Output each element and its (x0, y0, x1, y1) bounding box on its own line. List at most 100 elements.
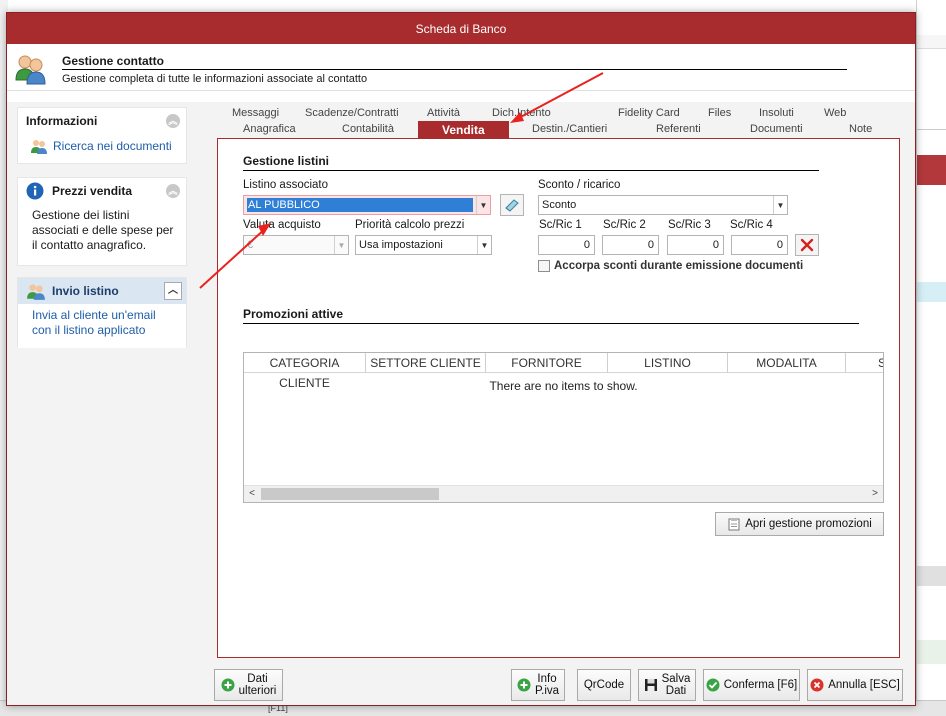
horizontal-scrollbar[interactable]: < > (244, 485, 883, 502)
promozioni-attive-title: Promozioni attive (243, 307, 344, 321)
scric-2-input[interactable]: 0 (602, 235, 659, 255)
conferma-button[interactable]: Conferma [F6] (703, 669, 800, 701)
background-window-right (916, 0, 946, 716)
priorita-calcolo-label: Priorità calcolo prezzi (355, 219, 465, 231)
info-piva-line2: P.iva (534, 685, 560, 697)
collapse-up-icon[interactable]: ︿ (164, 282, 182, 300)
apri-gestione-promozioni-label: Apri gestione promozioni (745, 518, 872, 530)
salva-dati-line2: Dati (665, 685, 687, 697)
scroll-left-icon[interactable]: < (244, 486, 260, 502)
sconto-ricarico-combo[interactable]: Sconto ▼ (538, 195, 788, 215)
gestione-listini-title: Gestione listini (243, 154, 330, 168)
book-icon (505, 199, 519, 212)
conferma-label: Conferma [F6] (723, 679, 798, 691)
accorpa-sconti-checkbox[interactable]: Accorpa sconti durante emissione documen… (538, 260, 803, 272)
tab-dich-intento[interactable]: Dich.Intento (492, 107, 551, 119)
scric-4-input[interactable]: 0 (731, 235, 788, 255)
clipboard-icon (728, 518, 740, 531)
tab-fidelity-card[interactable]: Fidelity Card (618, 107, 680, 119)
accorpa-sconti-label: Accorpa sconti durante emissione documen… (554, 260, 804, 272)
tab-contabilita[interactable]: Contabilità (342, 123, 394, 135)
ricerca-documenti-link[interactable]: Ricerca nei documenti (18, 134, 186, 162)
scroll-right-icon[interactable]: > (867, 486, 883, 502)
header-title: Gestione contatto (62, 54, 165, 68)
header-bottom-divider (7, 90, 915, 91)
scric-3-input[interactable]: 0 (667, 235, 724, 255)
dropdown-arrow-icon[interactable]: ▼ (773, 196, 787, 214)
info-piva-button[interactable]: Info P.iva (511, 669, 565, 701)
qrcode-label: QrCode (583, 679, 625, 691)
dropdown-arrow-icon[interactable]: ▼ (477, 236, 491, 254)
contacts-icon (15, 55, 46, 85)
col-fornitore[interactable]: FORNITORE (486, 353, 608, 373)
sconto-ricarico-value: Sconto (542, 199, 577, 211)
listino-lookup-button[interactable] (500, 194, 524, 216)
tab-vendita[interactable]: Vendita (418, 121, 509, 139)
tab-insoluti[interactable]: Insoluti (759, 107, 794, 119)
priorita-calcolo-value: Usa impostazioni (359, 239, 443, 251)
grid-empty-text: There are no items to show. (489, 379, 638, 393)
annulla-button[interactable]: Annulla [ESC] (807, 669, 903, 701)
tab-referenti[interactable]: Referenti (656, 123, 701, 135)
collapse-up-icon[interactable]: ︽ (166, 114, 180, 128)
tab-strip: Messaggi Scadenze/Contratti Attività Dic… (217, 104, 897, 139)
dati-ulteriori-line1: Dati (247, 673, 268, 685)
plus-green-icon (517, 678, 531, 692)
valuta-acquisto-value: € (247, 239, 254, 251)
collapse-up-icon[interactable]: ︽ (166, 184, 180, 198)
dialog-header: Gestione contatto Gestione completa di t… (7, 44, 915, 102)
scric-1-label: Sc/Ric 1 (539, 219, 582, 231)
panel-invio-text[interactable]: Invia al cliente un'email con il listino… (18, 304, 186, 348)
tab-scadenze-contratti[interactable]: Scadenze/Contratti (305, 107, 399, 119)
scric-3-label: Sc/Ric 3 (668, 219, 711, 231)
col-modalita[interactable]: MODALITA (728, 353, 846, 373)
apri-gestione-promozioni-button[interactable]: Apri gestione promozioni (715, 512, 884, 536)
info-icon (26, 182, 44, 200)
salva-dati-button[interactable]: Salva Dati (638, 669, 696, 701)
left-sidebar: Informazioni ︽ Ricerca nei documenti Pre… (7, 102, 197, 669)
col-categoria-cliente[interactable]: CATEGORIA CLIENTE (244, 353, 366, 390)
tab-attivita[interactable]: Attività (427, 107, 460, 119)
tab-files[interactable]: Files (708, 107, 731, 119)
dati-ulteriori-line2: ulteriori (238, 685, 277, 697)
listino-associato-combo[interactable]: AL PUBBLICO ▼ (243, 195, 491, 215)
scric-1-input[interactable]: 0 (538, 235, 595, 255)
panel-informazioni: Informazioni ︽ Ricerca nei documenti (17, 107, 187, 164)
tab-documenti[interactable]: Documenti (750, 123, 803, 135)
clear-scric-button[interactable] (795, 234, 819, 256)
panel-prezzi-text: Gestione dei listini associati e delle s… (32, 208, 174, 252)
plus-green-icon (221, 678, 235, 692)
scheda-di-banco-dialog: Scheda di Banco Gestione contatto Gestio… (6, 12, 916, 706)
grid-header: CATEGORIA CLIENTE SETTORE CLIENTE FORNIT… (244, 353, 883, 390)
promozioni-grid[interactable]: CATEGORIA CLIENTE SETTORE CLIENTE FORNIT… (243, 352, 884, 503)
qrcode-button[interactable]: QrCode (577, 669, 631, 701)
sconto-ricarico-label: Sconto / ricarico (538, 179, 621, 191)
tab-destin-cantieri[interactable]: Destin./Cantieri (532, 123, 607, 135)
panel-invio-title: Invio listino (52, 284, 119, 298)
tab-note[interactable]: Note (849, 123, 872, 135)
priorita-calcolo-combo[interactable]: Usa impostazioni ▼ (355, 235, 492, 255)
valuta-acquisto-combo[interactable]: € ▼ (243, 235, 349, 255)
check-green-icon (706, 678, 720, 692)
panel-prezzi-title: Prezzi vendita (52, 184, 133, 198)
scroll-thumb[interactable] (261, 488, 439, 500)
panel-informazioni-title: Informazioni (26, 114, 98, 128)
scric-2-label: Sc/Ric 2 (603, 219, 646, 231)
dati-ulteriori-button[interactable]: Dati ulteriori (214, 669, 283, 701)
floppy-disk-icon (644, 679, 657, 691)
checkbox-box[interactable] (538, 260, 550, 272)
contacts-small-icon (31, 140, 47, 154)
tab-messaggi[interactable]: Messaggi (232, 107, 279, 119)
annulla-label: Annulla [ESC] (828, 679, 900, 691)
dropdown-arrow-icon[interactable]: ▼ (476, 196, 490, 214)
col-settore-cliente[interactable]: SETTORE CLIENTE (366, 353, 486, 373)
listino-associato-value: AL PUBBLICO (247, 198, 473, 212)
dropdown-arrow-icon[interactable]: ▼ (334, 236, 348, 254)
tab-anagrafica[interactable]: Anagrafica (243, 123, 296, 135)
panel-invio-listino[interactable]: Invio listino ︿ Invia al cliente un'emai… (17, 277, 187, 348)
vendita-tab-content: Gestione listini Listino associato AL PU… (217, 138, 900, 658)
col-listino[interactable]: LISTINO (608, 353, 728, 373)
tab-web[interactable]: Web (824, 107, 846, 119)
cancel-red-icon (810, 678, 824, 692)
col-s[interactable]: S (846, 353, 883, 373)
